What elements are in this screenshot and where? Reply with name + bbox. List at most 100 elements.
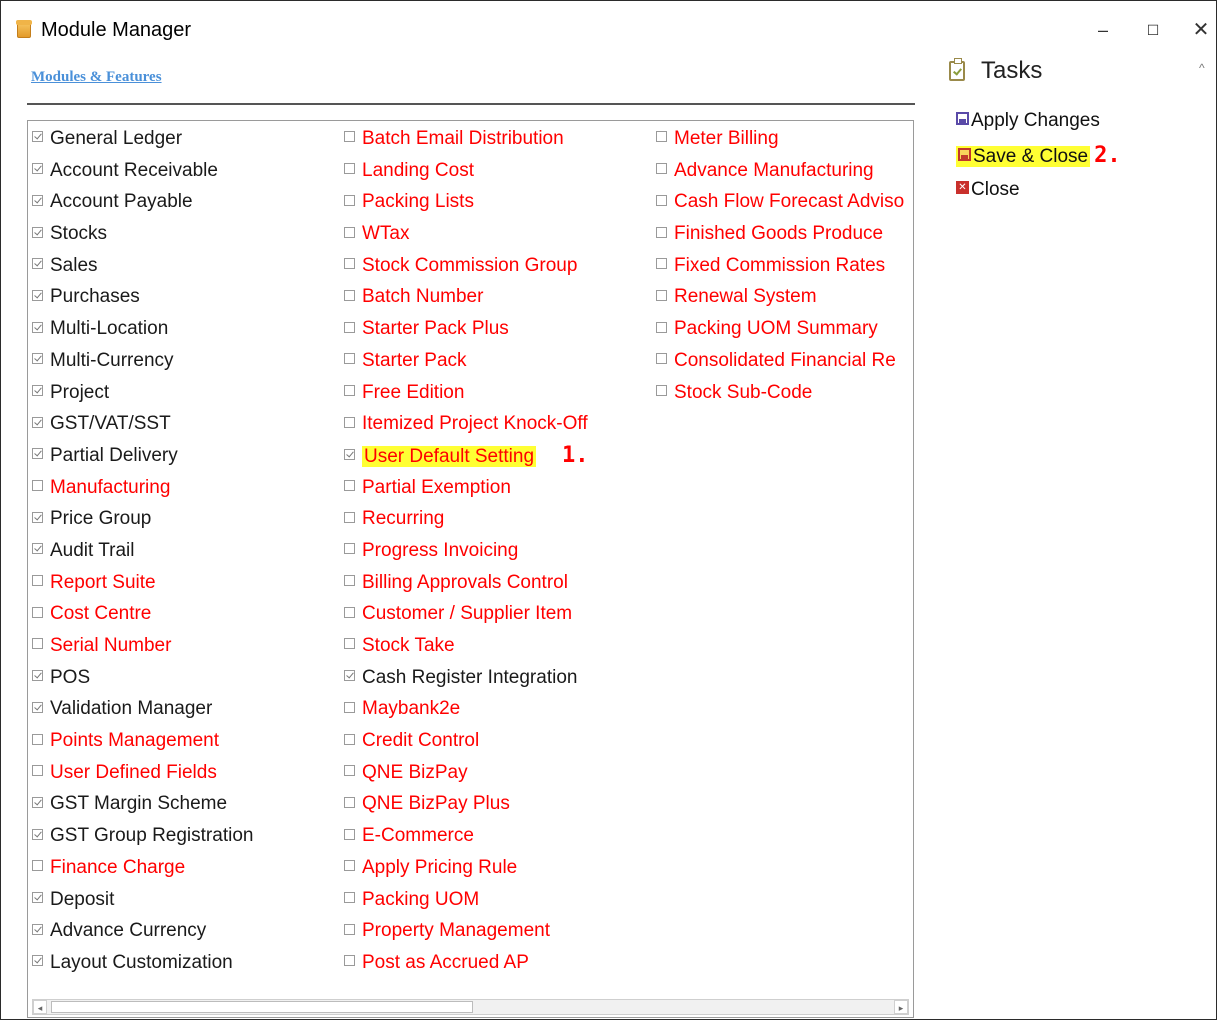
unchecked-checkbox[interactable] (344, 543, 355, 555)
unchecked-checkbox[interactable] (344, 638, 355, 650)
module-item[interactable]: Maybank2e (344, 693, 644, 725)
checked-checkbox[interactable] (32, 891, 43, 903)
collapse-chevron-icon[interactable]: ^ (1199, 61, 1205, 75)
scroll-thumb[interactable] (51, 1001, 473, 1013)
checked-checkbox[interactable] (32, 131, 43, 143)
module-item[interactable]: Report Suite (32, 567, 332, 599)
unchecked-checkbox[interactable] (344, 511, 355, 523)
unchecked-checkbox[interactable] (656, 258, 667, 270)
module-item[interactable]: Purchases (32, 281, 332, 313)
module-item[interactable]: Free Edition (344, 377, 644, 409)
checked-checkbox[interactable] (344, 670, 355, 682)
module-item[interactable]: User Defined Fields (32, 757, 332, 789)
module-item[interactable]: Cash Register Integration (344, 662, 644, 694)
module-item[interactable]: Manufacturing (32, 472, 332, 504)
module-item[interactable]: Meter Billing (656, 123, 914, 155)
checked-checkbox[interactable] (32, 796, 43, 808)
module-item[interactable]: Points Management (32, 725, 332, 757)
unchecked-checkbox[interactable] (344, 353, 355, 365)
module-item[interactable]: Multi-Location (32, 313, 332, 345)
unchecked-checkbox[interactable] (344, 194, 355, 206)
module-item[interactable]: Cost Centre (32, 598, 332, 630)
unchecked-checkbox[interactable] (344, 606, 355, 618)
horizontal-scrollbar[interactable]: ◂ ▸ (32, 999, 909, 1015)
module-item[interactable]: Landing Cost (344, 155, 644, 187)
module-item[interactable]: Stock Sub-Code (656, 377, 914, 409)
module-item[interactable]: Price Group (32, 503, 332, 535)
module-item[interactable]: Account Receivable (32, 155, 332, 187)
unchecked-checkbox[interactable] (344, 163, 355, 175)
checked-checkbox[interactable] (32, 353, 43, 365)
unchecked-checkbox[interactable] (656, 194, 667, 206)
unchecked-checkbox[interactable] (344, 575, 355, 587)
module-item[interactable]: Project (32, 377, 332, 409)
unchecked-checkbox[interactable] (32, 638, 43, 650)
unchecked-checkbox[interactable] (344, 384, 355, 396)
module-item[interactable]: Validation Manager (32, 693, 332, 725)
module-item[interactable]: Recurring (344, 503, 644, 535)
scroll-right-icon[interactable]: ▸ (894, 1000, 908, 1014)
unchecked-checkbox[interactable] (344, 321, 355, 333)
module-item[interactable]: Cash Flow Forecast Adviso (656, 186, 914, 218)
unchecked-checkbox[interactable] (344, 923, 355, 935)
unchecked-checkbox[interactable] (344, 860, 355, 872)
unchecked-checkbox[interactable] (344, 289, 355, 301)
unchecked-checkbox[interactable] (656, 289, 667, 301)
module-item[interactable]: Credit Control (344, 725, 644, 757)
module-item[interactable]: GST/VAT/SST (32, 408, 332, 440)
checked-checkbox[interactable] (32, 163, 43, 175)
checked-checkbox[interactable] (32, 955, 43, 967)
module-item[interactable]: General Ledger (32, 123, 332, 155)
module-item[interactable]: Deposit (32, 884, 332, 916)
unchecked-checkbox[interactable] (32, 733, 43, 745)
checked-checkbox[interactable] (32, 543, 43, 555)
module-item[interactable]: Advance Currency (32, 915, 332, 947)
checked-checkbox[interactable] (32, 416, 43, 428)
unchecked-checkbox[interactable] (344, 416, 355, 428)
module-item[interactable]: Finished Goods Produce (656, 218, 914, 250)
checked-checkbox[interactable] (344, 449, 355, 461)
module-item[interactable]: Packing UOM Summary (656, 313, 914, 345)
module-item[interactable]: Serial Number (32, 630, 332, 662)
checked-checkbox[interactable] (32, 289, 43, 301)
module-item[interactable]: POS (32, 662, 332, 694)
module-item[interactable]: GST Group Registration (32, 820, 332, 852)
module-item[interactable]: Post as Accrued AP (344, 947, 644, 979)
module-item[interactable]: Customer / Supplier Item (344, 598, 644, 630)
module-item[interactable]: Apply Pricing Rule (344, 852, 644, 884)
checked-checkbox[interactable] (32, 194, 43, 206)
checked-checkbox[interactable] (32, 701, 43, 713)
module-item[interactable]: Batch Email Distribution (344, 123, 644, 155)
minimize-button[interactable]: – (1083, 15, 1123, 45)
unchecked-checkbox[interactable] (344, 796, 355, 808)
unchecked-checkbox[interactable] (656, 384, 667, 396)
module-item[interactable]: E-Commerce (344, 820, 644, 852)
checked-checkbox[interactable] (32, 670, 43, 682)
module-item[interactable]: Stocks (32, 218, 332, 250)
unchecked-checkbox[interactable] (32, 606, 43, 618)
maximize-button[interactable]: ☐ (1133, 15, 1173, 45)
checked-checkbox[interactable] (32, 448, 43, 460)
checked-checkbox[interactable] (32, 511, 43, 523)
checked-checkbox[interactable] (32, 321, 43, 333)
scroll-left-icon[interactable]: ◂ (33, 1000, 47, 1014)
unchecked-checkbox[interactable] (344, 765, 355, 777)
unchecked-checkbox[interactable] (32, 765, 43, 777)
module-item[interactable]: QNE BizPay Plus (344, 788, 644, 820)
module-item[interactable]: Packing UOM (344, 884, 644, 916)
module-item[interactable]: Layout Customization (32, 947, 332, 979)
module-item[interactable]: Property Management (344, 915, 644, 947)
unchecked-checkbox[interactable] (656, 163, 667, 175)
unchecked-checkbox[interactable] (344, 891, 355, 903)
module-item[interactable]: QNE BizPay (344, 757, 644, 789)
module-item[interactable]: Batch Number (344, 281, 644, 313)
close-button[interactable]: ✕ Close (956, 177, 1020, 203)
unchecked-checkbox[interactable] (344, 955, 355, 967)
close-window-button[interactable]: ✕ (1181, 15, 1219, 45)
module-item[interactable]: Advance Manufacturing (656, 155, 914, 187)
checked-checkbox[interactable] (32, 828, 43, 840)
module-item[interactable]: Stock Commission Group (344, 250, 644, 282)
save-close-button[interactable]: Save & Close 2. (956, 143, 1121, 169)
module-item[interactable]: Packing Lists (344, 186, 644, 218)
checked-checkbox[interactable] (32, 923, 43, 935)
